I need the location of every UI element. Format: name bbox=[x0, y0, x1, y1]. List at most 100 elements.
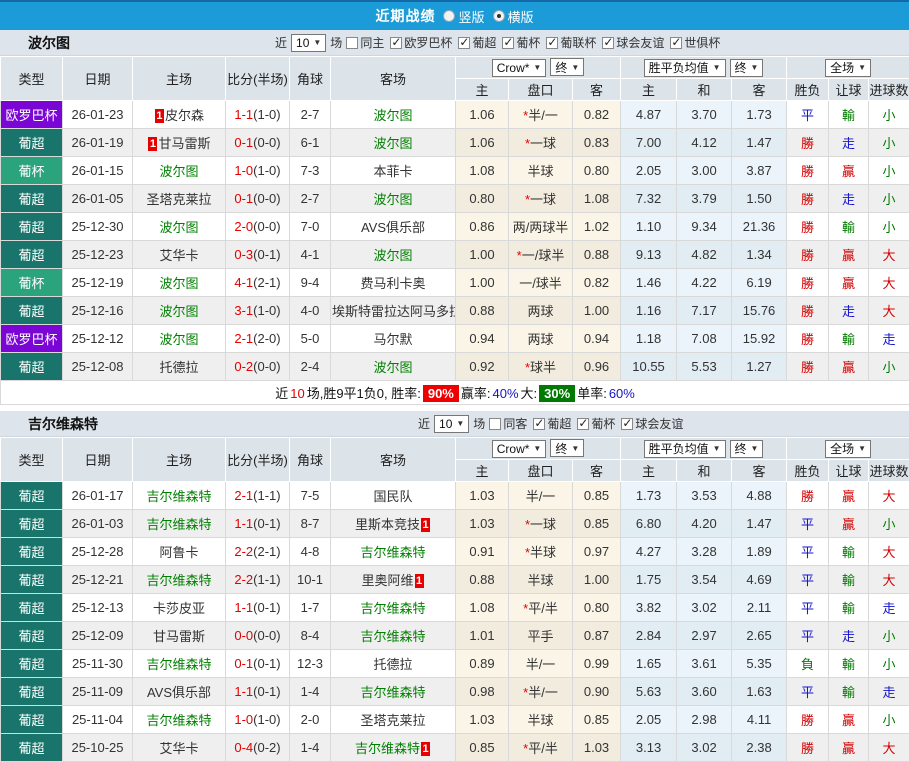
competition-checkbox[interactable] bbox=[546, 37, 558, 49]
competition-option[interactable]: 欧罗巴杯 bbox=[390, 34, 452, 51]
red-card-badge: 1 bbox=[421, 518, 430, 532]
avg-home-cell: 2.05 bbox=[621, 706, 677, 734]
recent-label: 近 bbox=[275, 34, 287, 51]
radio-horizontal-label: 横版 bbox=[508, 7, 534, 26]
result-cell: 勝 bbox=[787, 482, 829, 510]
crow-select[interactable]: Crow*▼ bbox=[492, 59, 547, 77]
same-venue-checkbox[interactable] bbox=[346, 37, 358, 49]
handicap-result-cell: 輸 bbox=[829, 101, 869, 129]
avg-select[interactable]: 胜平负均值▼ bbox=[644, 59, 726, 77]
avg-draw-cell: 2.97 bbox=[677, 622, 732, 650]
handicap-away-odds-cell: 0.82 bbox=[573, 101, 621, 129]
radio-off-icon[interactable] bbox=[443, 10, 455, 22]
same-venue-option[interactable]: 同主 bbox=[346, 34, 384, 51]
home-team-cell: 波尔图 bbox=[133, 157, 226, 185]
chevron-down-icon: ▼ bbox=[533, 444, 541, 453]
halftime-score: (0-0) bbox=[253, 135, 280, 150]
home-team-cell: 甘马雷斯 bbox=[133, 622, 226, 650]
halftime-score: (2-1) bbox=[253, 544, 280, 559]
final-select-2[interactable]: 终▼ bbox=[730, 59, 764, 77]
corners-cell: 2-7 bbox=[290, 101, 331, 129]
home-team-name: 圣塔克莱拉 bbox=[146, 192, 211, 207]
corners-cell: 4-0 bbox=[290, 297, 331, 325]
avg-draw-cell: 3.54 bbox=[677, 566, 732, 594]
crow-select-value: Crow* bbox=[497, 442, 530, 456]
goals-result-cell: 大 bbox=[869, 297, 909, 325]
goals-result-cell: 大 bbox=[869, 734, 909, 762]
summary-segment: 40% bbox=[493, 386, 519, 401]
away-team-cell: 马尔默 bbox=[331, 325, 456, 353]
handicap-away-odds-cell: 0.96 bbox=[573, 353, 621, 381]
competition-checkbox[interactable] bbox=[502, 37, 514, 49]
asterisk-mark: * bbox=[525, 136, 530, 151]
corners-cell: 1-7 bbox=[290, 594, 331, 622]
competition-checkbox[interactable] bbox=[458, 37, 470, 49]
away-team-cell: 吉尔维森特 bbox=[331, 678, 456, 706]
summary-segment: 近 bbox=[275, 386, 288, 401]
competition-checkbox[interactable] bbox=[533, 418, 545, 430]
competition-option[interactable]: 葡超 bbox=[458, 34, 496, 51]
avg-away-cell: 4.88 bbox=[732, 482, 787, 510]
competition-option[interactable]: 葡杯 bbox=[502, 34, 540, 51]
fullmatch-select[interactable]: 全场▼ bbox=[825, 59, 871, 77]
competition-option[interactable]: 葡联杯 bbox=[546, 34, 596, 51]
corners-cell: 1-4 bbox=[290, 734, 331, 762]
avg-home-cell: 4.27 bbox=[621, 538, 677, 566]
handicap-home-odds-cell: 1.03 bbox=[456, 706, 509, 734]
final-select-2[interactable]: 终▼ bbox=[730, 440, 764, 458]
away-team-name: 费马利卡奥 bbox=[360, 276, 425, 291]
competition-label: 葡超 bbox=[472, 34, 496, 51]
filters-bar: 近10▼场同主 欧罗巴杯 葡超 葡杯葡联杯球会友谊世俱杯 bbox=[275, 34, 722, 52]
competition-option[interactable]: 世俱杯 bbox=[670, 34, 720, 51]
recent-count-select[interactable]: 10▼ bbox=[434, 415, 469, 433]
fullmatch-select[interactable]: 全场▼ bbox=[825, 440, 871, 458]
handicap-line-cell: *一球 bbox=[509, 129, 573, 157]
radio-horizontal-layout[interactable]: 横版 bbox=[493, 7, 534, 26]
handicap-line-cell: *一球 bbox=[509, 510, 573, 538]
away-team-cell: 波尔图 bbox=[331, 129, 456, 157]
games-label: 场 bbox=[330, 34, 342, 51]
score-cell: 2-2(1-1) bbox=[226, 566, 290, 594]
home-team-cell: 吉尔维森特 bbox=[133, 482, 226, 510]
competition-option[interactable]: 葡杯 bbox=[577, 415, 615, 432]
home-team-cell: 吉尔维森特 bbox=[133, 706, 226, 734]
away-team-name: 波尔图 bbox=[373, 136, 412, 151]
avg-select[interactable]: 胜平负均值▼ bbox=[644, 440, 726, 458]
avg-home-cell: 1.10 bbox=[621, 213, 677, 241]
score-cell: 2-1(1-1) bbox=[226, 482, 290, 510]
competition-label: 欧罗巴杯 bbox=[404, 34, 452, 51]
same-venue-option[interactable]: 同客 bbox=[489, 415, 527, 432]
handicap-line: 半球 bbox=[527, 164, 553, 179]
radio-vertical-layout[interactable]: 竖版 bbox=[443, 7, 484, 26]
recent-count-select-value: 10 bbox=[296, 36, 309, 50]
team-name: 波尔图 bbox=[28, 33, 70, 53]
score-cell: 0-4(0-2) bbox=[226, 734, 290, 762]
competition-option[interactable]: 球会友谊 bbox=[602, 34, 664, 51]
competition-checkbox[interactable] bbox=[621, 418, 633, 430]
match-row: 葡超26-01-191甘马雷斯0-1(0-0)6-1波尔图1.06*一球0.83… bbox=[1, 129, 909, 157]
recent-count-select[interactable]: 10▼ bbox=[291, 34, 326, 52]
final-select[interactable]: 终▼ bbox=[550, 58, 584, 76]
handicap-away-odds-cell: 0.80 bbox=[573, 594, 621, 622]
chevron-down-icon: ▼ bbox=[533, 63, 541, 72]
crow-select[interactable]: Crow*▼ bbox=[492, 440, 547, 458]
away-team-name: 本菲卡 bbox=[373, 164, 412, 179]
competition-checkbox[interactable] bbox=[577, 418, 589, 430]
competition-cell: 葡超 bbox=[1, 185, 63, 213]
competition-option[interactable]: 葡超 bbox=[533, 415, 571, 432]
handicap-line-cell: *一/球半 bbox=[509, 241, 573, 269]
radio-on-icon[interactable] bbox=[493, 10, 505, 22]
competition-checkbox[interactable] bbox=[670, 37, 682, 49]
final-select[interactable]: 终▼ bbox=[550, 439, 584, 457]
avg-away-cell: 1.34 bbox=[732, 241, 787, 269]
competition-checkbox[interactable] bbox=[390, 37, 402, 49]
same-venue-checkbox[interactable] bbox=[489, 418, 501, 430]
handicap-result-cell: 贏 bbox=[829, 241, 869, 269]
avg-draw-cell: 3.00 bbox=[677, 157, 732, 185]
competition-option[interactable]: 球会友谊 bbox=[621, 415, 683, 432]
competition-checkbox[interactable] bbox=[602, 37, 614, 49]
competition-label: 葡杯 bbox=[516, 34, 540, 51]
avg-home-cell: 9.13 bbox=[621, 241, 677, 269]
handicap-away-odds-cell: 0.99 bbox=[573, 650, 621, 678]
competition-cell: 葡超 bbox=[1, 594, 63, 622]
